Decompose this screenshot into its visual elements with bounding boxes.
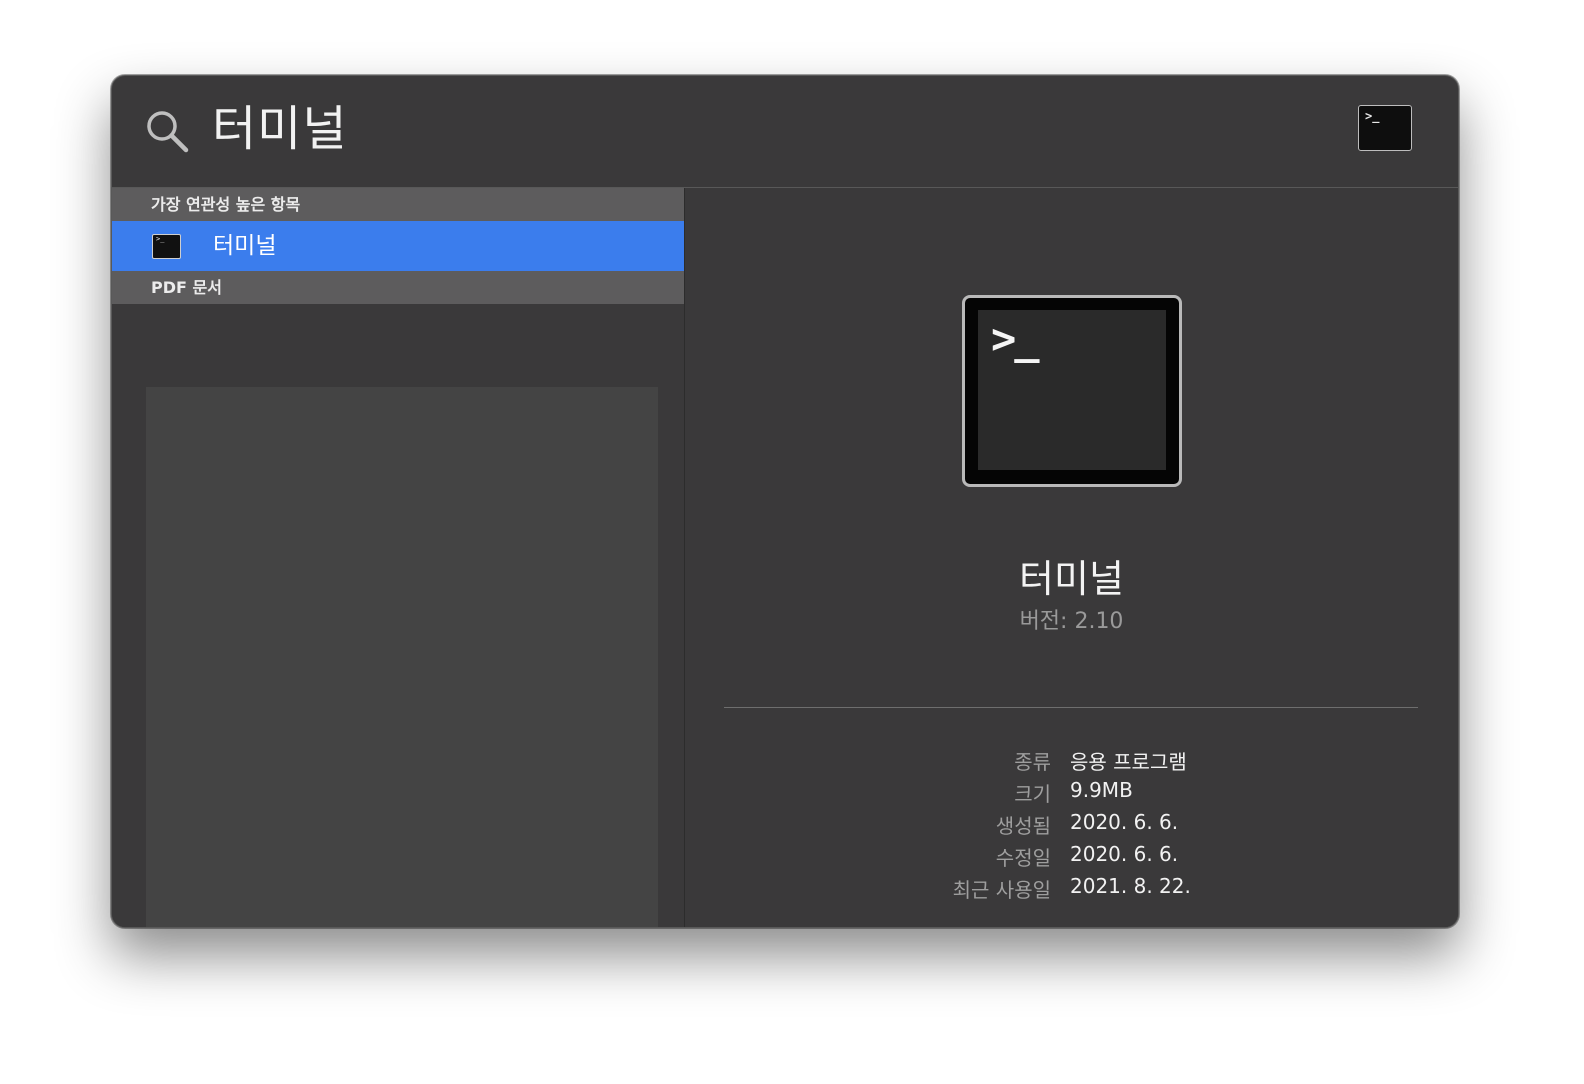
metadata-value: 2020. 6. 6. (1070, 810, 1179, 834)
metadata-row-size: 크기 9.9MB (685, 778, 1458, 810)
terminal-prompt-glyph: >_ (156, 235, 165, 243)
divider (724, 707, 1418, 708)
metadata-row-kind: 종류 응용 프로그램 (685, 746, 1458, 778)
section-header-top-hits: 가장 연관성 높은 항목 (112, 188, 684, 221)
result-item-terminal[interactable]: >_ 터미널 (112, 221, 684, 271)
results-list: 가장 연관성 높은 항목 >_ 터미널 PDF 문서 (112, 188, 685, 927)
metadata-key: 크기 (1014, 782, 1051, 806)
section-header-pdf: PDF 문서 (112, 271, 684, 304)
search-input[interactable]: 터미널 (212, 98, 347, 160)
terminal-icon: >_ (152, 234, 181, 259)
search-bar[interactable]: 터미널 >_ (112, 76, 1458, 188)
terminal-prompt-glyph: >_ (991, 314, 1040, 363)
preview-panel: >_ 터미널 버전: 2.10 종류 응용 프로그램 크기 9.9MB 생성됨 … (685, 188, 1458, 927)
terminal-prompt-glyph: >_ (1365, 109, 1380, 123)
metadata-value: 2020. 6. 6. (1070, 842, 1179, 866)
metadata-key: 생성됨 (995, 814, 1051, 838)
app-version: 버전: 2.10 (1019, 609, 1124, 634)
pdf-results-area (146, 387, 658, 927)
result-item-label: 터미널 (213, 233, 277, 259)
search-icon (147, 111, 189, 153)
metadata-value: 9.9MB (1070, 778, 1133, 802)
metadata-key: 수정일 (995, 846, 1051, 870)
metadata-value: 응용 프로그램 (1070, 750, 1187, 774)
metadata-row-created: 생성됨 2020. 6. 6. (685, 810, 1458, 842)
app-name: 터미널 (1019, 557, 1124, 601)
metadata-key: 최근 사용일 (952, 878, 1051, 902)
terminal-icon: >_ (962, 295, 1182, 487)
metadata-row-modified: 수정일 2020. 6. 6. (685, 842, 1458, 874)
metadata-value: 2021. 8. 22. (1070, 874, 1191, 898)
spotlight-window: 터미널 >_ 가장 연관성 높은 항목 >_ 터미널 PDF 문서 >_ 터미널… (111, 75, 1459, 928)
metadata-key: 종류 (1014, 750, 1051, 774)
metadata-row-last-used: 최근 사용일 2021. 8. 22. (685, 874, 1458, 906)
terminal-icon: >_ (1358, 105, 1412, 151)
